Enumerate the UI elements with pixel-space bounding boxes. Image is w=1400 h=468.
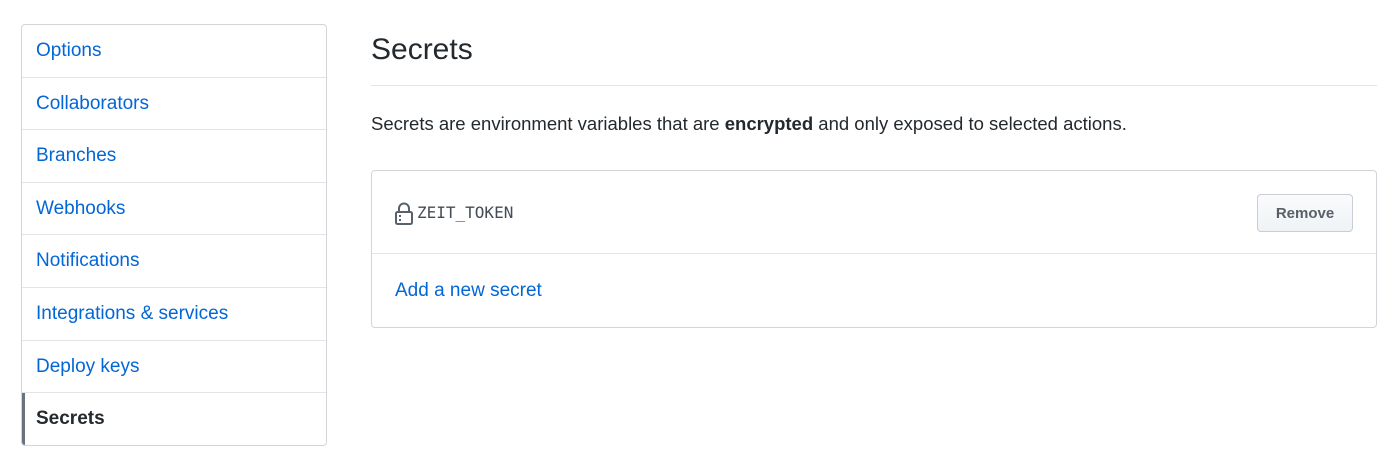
sidebar-item-webhooks[interactable]: Webhooks	[22, 183, 326, 236]
sidebar-item-branches[interactable]: Branches	[22, 130, 326, 183]
secrets-description: Secrets are environment variables that a…	[371, 112, 1377, 136]
secrets-list: ZEIT_TOKEN Remove Add a new secret	[371, 170, 1377, 328]
page-title: Secrets	[371, 24, 1377, 86]
description-text-start: Secrets are environment variables that a…	[371, 113, 725, 134]
secret-name: ZEIT_TOKEN	[417, 203, 514, 222]
secret-row: ZEIT_TOKEN Remove	[372, 171, 1376, 254]
description-text-end: and only exposed to selected actions.	[813, 113, 1127, 134]
sidebar-item-deploy-keys[interactable]: Deploy keys	[22, 341, 326, 394]
settings-sidebar: Options Collaborators Branches Webhooks …	[21, 24, 327, 446]
add-secret-link[interactable]: Add a new secret	[395, 279, 542, 303]
sidebar-item-notifications[interactable]: Notifications	[22, 235, 326, 288]
description-emphasis: encrypted	[724, 113, 814, 134]
main-content: Secrets Secrets are environment variable…	[371, 24, 1377, 328]
sidebar-item-secrets[interactable]: Secrets	[22, 393, 326, 445]
sidebar-item-options[interactable]: Options	[22, 25, 326, 78]
remove-button[interactable]: Remove	[1257, 194, 1353, 232]
lock-icon	[395, 202, 413, 225]
sidebar-item-integrations[interactable]: Integrations & services	[22, 288, 326, 341]
sidebar-item-collaborators[interactable]: Collaborators	[22, 78, 326, 131]
settings-page: Options Collaborators Branches Webhooks …	[0, 0, 1400, 468]
